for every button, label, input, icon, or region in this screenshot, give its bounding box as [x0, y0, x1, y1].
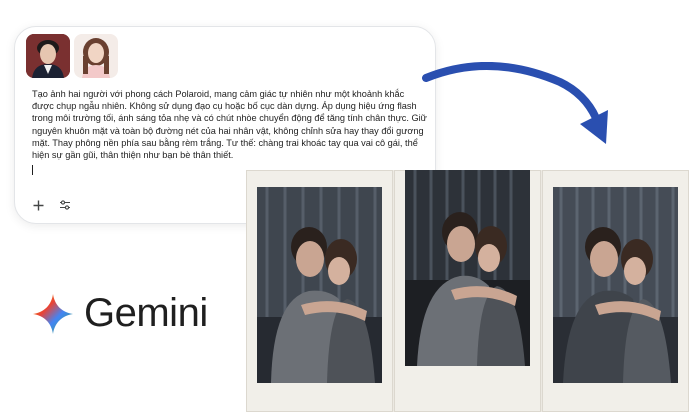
curved-arrow-icon [420, 62, 620, 167]
brand-name: Gemini [84, 291, 208, 335]
polaroid-photo-2[interactable] [394, 170, 541, 412]
reference-image-woman[interactable] [74, 34, 118, 78]
gemini-logo: Gemini [32, 291, 208, 336]
tune-icon[interactable] [55, 195, 75, 215]
polaroid-photo-1[interactable] [246, 170, 393, 412]
text-cursor [32, 165, 33, 175]
polaroid-result [246, 170, 689, 412]
reference-image-man[interactable] [26, 34, 70, 78]
prompt-text[interactable]: Tạo ảnh hai người với phong cách Polaroi… [32, 88, 427, 161]
gemini-sparkle-icon [33, 293, 73, 334]
polaroid-photo-3[interactable] [542, 170, 689, 412]
plus-icon[interactable] [28, 195, 48, 215]
